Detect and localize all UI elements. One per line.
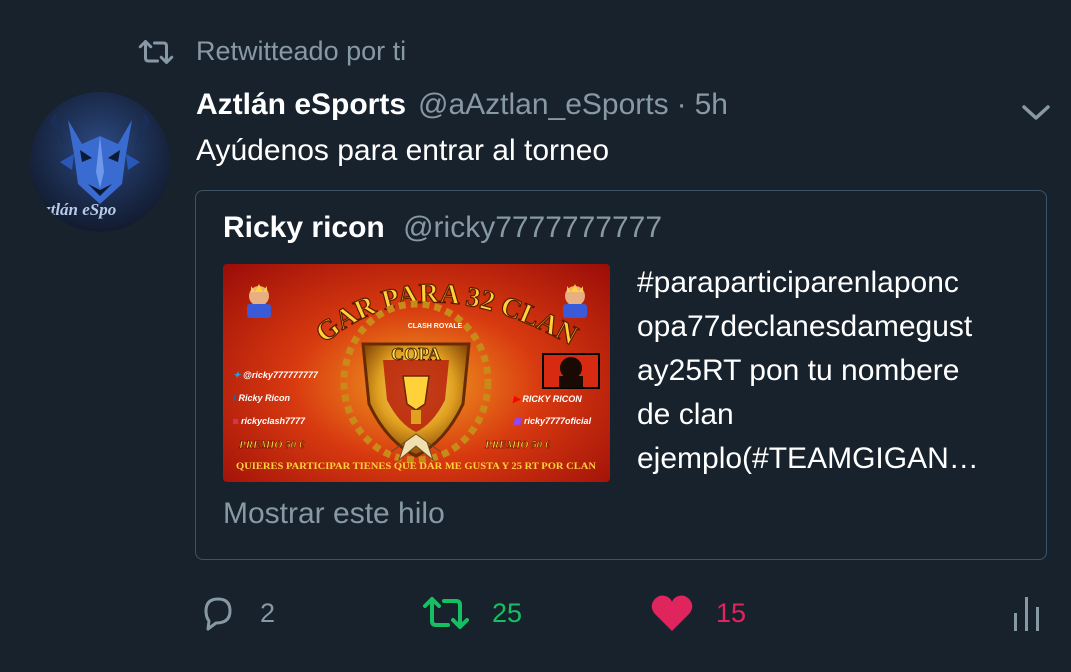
tweet-actions: 2 25 15 (0, 590, 1071, 640)
quoted-tweet-header: Ricky ricon @ricky7777777777 (223, 211, 662, 245)
quoted-author-handle: @ricky7777777777 (403, 211, 663, 244)
quoted-text-line: ejemplo(#TEAMGIGAN… (637, 442, 979, 475)
reply-button[interactable]: 2 (198, 590, 275, 636)
quoted-author-name: Ricky ricon (223, 211, 385, 244)
king-icon-right (563, 284, 587, 318)
quoted-text-line: #paraparticiparenlaponc (637, 266, 959, 299)
retweet-button[interactable]: 25 (422, 590, 522, 636)
image-twitch-name: ▣ ricky7777oficial (513, 416, 592, 426)
image-facebook-name: f Ricky Ricon (233, 393, 291, 403)
author-name[interactable]: Aztlán eSports (196, 88, 406, 122)
separator-dot: · (676, 88, 687, 121)
image-instagram-name: ◙ rickyclash7777 (233, 416, 306, 426)
reply-icon (204, 597, 232, 631)
king-icon-left (247, 284, 271, 318)
like-button[interactable]: 15 (650, 590, 746, 636)
tweet-timestamp[interactable]: 5h (695, 88, 728, 122)
quoted-tweet-text: #paraparticiparenlaponc opa77declanesdam… (637, 261, 1037, 481)
chevron-down-icon[interactable] (1020, 102, 1052, 124)
tweet-card[interactable]: Retwitteado por ti ztlán eSpo Aztlán eSp… (0, 0, 1071, 672)
reply-count: 2 (260, 597, 276, 628)
tweet-header: Aztlán eSports @aAztlan_eSports · 5h (196, 88, 728, 122)
author-handle[interactable]: @aAztlan_eSports (418, 88, 669, 122)
quoted-tweet-image[interactable]: LUGAR PARA 32 CLANES COPA CLASH ROYALE (223, 264, 610, 482)
analytics-icon (1014, 597, 1039, 631)
retweet-count: 25 (492, 597, 523, 628)
quoted-text-line: ay25RT pon tu nombere (637, 354, 960, 387)
analytics-button[interactable] (1012, 590, 1042, 636)
quoted-text-line: opa77declanesdamegust (637, 310, 973, 343)
image-youtube-name: ▶ RICKY RICON (512, 394, 582, 404)
quoted-tweet[interactable]: Ricky ricon @ricky7777777777 LUGAR PARA … (195, 190, 1047, 560)
heart-icon (651, 595, 693, 631)
prize-left: PREMIO 50 € (239, 439, 305, 451)
tweet-text: Ayúdenos para entrar al torneo (196, 134, 610, 167)
image-twitter-handle: ✦ @ricky777777777 (233, 370, 319, 380)
image-footer: QUIERES PARTICIPAR TIENES QUE DAR ME GUS… (236, 461, 597, 471)
copa-label: COPA (391, 344, 441, 364)
prize-right: PREMIO 50 € (485, 439, 551, 451)
retweet-context-label[interactable]: Retwitteado por ti (196, 36, 406, 67)
avatar-caption: ztlán eSpo (44, 200, 117, 219)
game-badge: CLASH ROYALE (408, 323, 463, 330)
like-count: 15 (716, 597, 747, 628)
retweet-icon (138, 39, 174, 64)
retweet-context: Retwitteado por ti (138, 36, 406, 67)
retweet-icon (423, 597, 469, 629)
quoted-text-line: de clan (637, 398, 734, 431)
show-thread-link[interactable]: Mostrar este hilo (223, 497, 445, 531)
avatar[interactable]: ztlán eSpo (30, 92, 170, 232)
